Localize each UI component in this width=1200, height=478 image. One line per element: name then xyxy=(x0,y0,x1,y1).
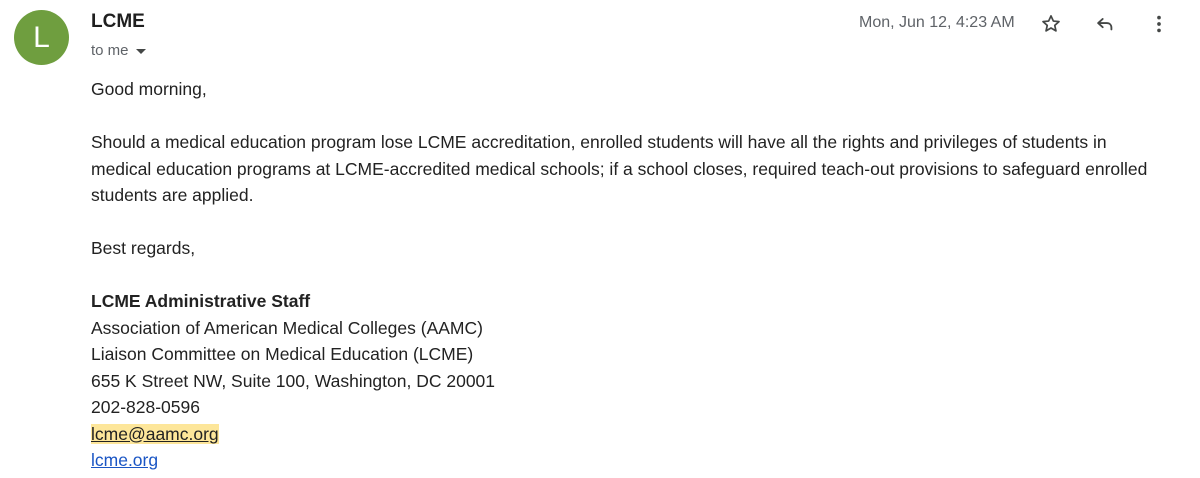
avatar-letter: L xyxy=(33,20,50,54)
sender-name[interactable]: LCME xyxy=(91,11,145,33)
signature-phone: 202-828-0596 xyxy=(91,397,200,417)
reply-button[interactable] xyxy=(1091,10,1119,38)
star-outline-icon xyxy=(1042,15,1060,32)
more-vert-icon xyxy=(1157,15,1161,33)
star-button[interactable] xyxy=(1037,10,1065,38)
message-paragraph: Should a medical education program lose … xyxy=(91,132,1148,205)
sender-avatar[interactable]: L xyxy=(14,10,69,65)
message-body: Good morning, Should a medical education… xyxy=(91,76,1171,474)
closing: Best regards, xyxy=(91,238,196,258)
chevron-down-icon xyxy=(135,49,146,54)
signature-org: Association of American Medical Colleges… xyxy=(91,317,483,338)
greeting: Good morning, xyxy=(91,79,207,99)
signature-committee: Liaison Committee on Medical Education (… xyxy=(91,344,474,364)
reply-icon xyxy=(1097,18,1113,31)
signature-address: 655 K Street NW, Suite 100, Washington, … xyxy=(91,370,496,391)
recipient-label: to me xyxy=(91,42,129,59)
signature-name: LCME Administrative Staff xyxy=(91,291,311,311)
email-link[interactable]: lcme@aamc.org xyxy=(91,423,219,444)
website-link[interactable]: lcme.org xyxy=(91,450,158,470)
recipient-details-toggle[interactable]: to me xyxy=(91,42,146,59)
message-date: Mon, Jun 12, 4:23 AM xyxy=(859,14,1015,31)
more-options-button[interactable] xyxy=(1145,10,1173,38)
